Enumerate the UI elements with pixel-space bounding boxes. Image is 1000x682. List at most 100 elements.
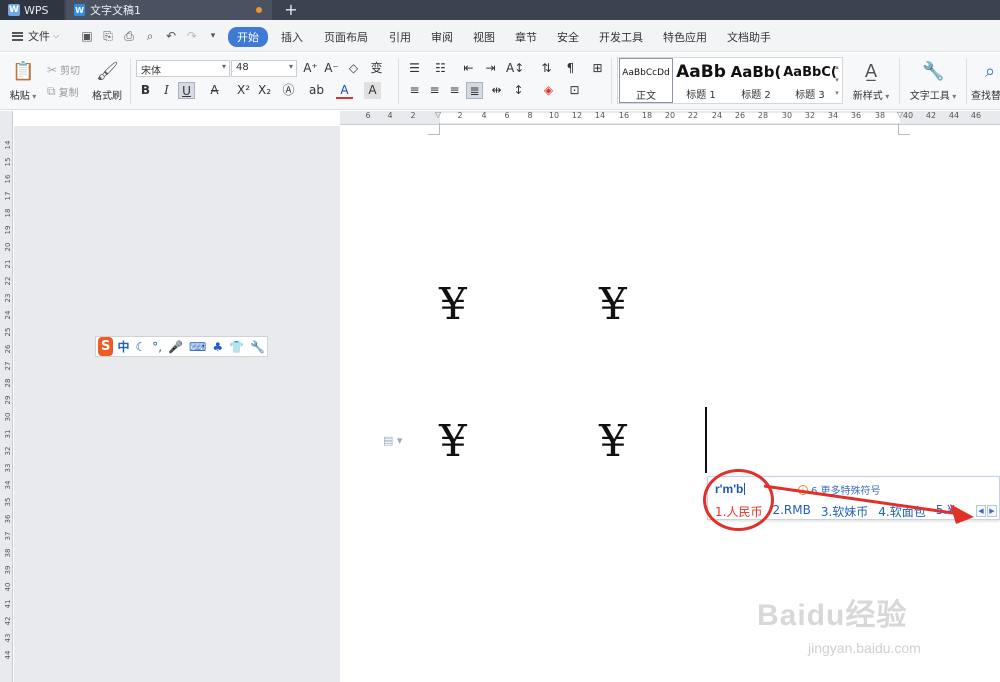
tab-page-layout[interactable]: 页面布局 — [324, 27, 368, 47]
increase-font-size-icon[interactable]: A⁺ — [302, 60, 319, 77]
paragraph-layout-icon[interactable]: ▤ ▾ — [383, 434, 402, 447]
table-border-icon[interactable]: ⊞ — [589, 60, 606, 77]
numbered-list-icon[interactable]: ☷ — [432, 60, 449, 77]
bold-icon[interactable]: B — [137, 82, 154, 99]
vruler-label: 27 — [4, 361, 12, 371]
decrease-indent-icon[interactable]: ⇤ — [460, 60, 477, 77]
paste-label: 粘贴 — [9, 91, 30, 102]
wps-home-tab[interactable]: W WPS — [0, 0, 64, 20]
chevron-down-icon: ▾ — [288, 62, 293, 71]
ruler-label: 4 — [387, 111, 393, 120]
sort-icon[interactable]: ⇅ — [538, 60, 555, 77]
shading-icon[interactable]: ◈ — [540, 82, 557, 99]
underline-icon[interactable]: U — [178, 82, 195, 99]
vruler-label: 31 — [4, 429, 12, 439]
moon-icon[interactable]: ☾ — [133, 340, 148, 354]
text-effect-icon[interactable]: Ⓐ — [280, 82, 297, 99]
align-right-icon[interactable]: ≡ — [446, 82, 463, 99]
vertical-ruler[interactable]: 14 15 16 17 18 19 20 21 22 23 24 25 26 2… — [0, 111, 13, 682]
chinese-layout-icon[interactable]: A↕ — [506, 60, 524, 77]
bullet-list-icon[interactable]: ☰ — [406, 60, 423, 77]
chevron-down-icon: ⌵ — [53, 31, 60, 40]
yen-symbol: ¥ — [599, 279, 627, 330]
skin-icon[interactable]: ♣ — [210, 340, 225, 354]
style-heading-1[interactable]: AaBb 标题 1 — [674, 58, 728, 103]
style-normal[interactable]: AaBbCcDd 正文 — [619, 58, 673, 103]
left-indent-marker-icon[interactable]: ▽ — [435, 110, 441, 119]
vruler-label: 23 — [4, 293, 12, 303]
document-tab[interactable]: W 文字文稿1 — [66, 0, 272, 20]
font-size-select[interactable]: 48 ▾ — [231, 60, 297, 77]
font-name-select[interactable]: 宋体 ▾ — [136, 60, 230, 77]
style-heading-3[interactable]: AaBbC( 标题 3 — [783, 58, 837, 103]
justify-icon[interactable]: ≣ — [466, 82, 483, 99]
find-replace-button[interactable]: ⌕ 查找替 — [971, 61, 1000, 102]
vruler-label: 35 — [4, 497, 12, 507]
ruler-label: 36 — [850, 111, 862, 120]
ime-toolbar[interactable]: S 中 ☾ °, 🎤 ⌨ ♣ 👕 🔧 — [95, 336, 268, 357]
format-painter-button[interactable]: 🖌 格式刷 — [90, 61, 124, 102]
tab-security[interactable]: 安全 — [557, 27, 579, 47]
shirt-icon[interactable]: 👕 — [227, 340, 246, 354]
undo-icon[interactable]: ↶ — [164, 29, 178, 43]
wrench-icon[interactable]: 🔧 — [248, 340, 267, 354]
print-preview-icon[interactable]: ⌕ — [143, 29, 157, 43]
tab-review[interactable]: 审阅 — [431, 27, 453, 47]
tab-references[interactable]: 引用 — [389, 27, 411, 47]
align-left-icon[interactable]: ≡ — [406, 82, 423, 99]
superscript-icon[interactable]: X² — [235, 82, 252, 99]
vruler-label: 28 — [4, 378, 12, 388]
highlight-color-icon[interactable]: ab — [308, 82, 325, 99]
phonetic-guide-icon[interactable]: 变 — [368, 60, 385, 77]
align-center-icon[interactable]: ≡ — [426, 82, 443, 99]
file-menu-button[interactable]: 文件 ⌵ — [12, 28, 59, 44]
tab-developer-tools[interactable]: 开发工具 — [599, 27, 643, 47]
menu-bar: 文件 ⌵ ▣ ⎘ ⎙ ⌕ ↶ ↷ ▾ 开始 插入 页面布局 引用 审阅 视图 章… — [0, 20, 1000, 52]
character-shading-icon[interactable]: A — [364, 82, 381, 99]
tab-section[interactable]: 章节 — [515, 27, 537, 47]
tab-view[interactable]: 视图 — [473, 27, 495, 47]
style-heading-2[interactable]: AaBb( 标题 2 — [729, 58, 783, 103]
styles-scroll-icon[interactable]: ▴ ▾ ▾ — [833, 61, 841, 100]
font-name-value: 宋体 — [141, 66, 161, 77]
tab-document-assistant[interactable]: 文档助手 — [727, 27, 771, 47]
customize-toolbar-icon[interactable]: ▾ — [206, 29, 220, 43]
sogou-logo-icon[interactable]: S — [98, 337, 114, 356]
print-icon[interactable]: ⎙ — [122, 29, 136, 43]
tab-home[interactable]: 开始 — [228, 27, 268, 47]
strikethrough-icon[interactable]: A̶ — [206, 82, 223, 99]
redo-icon[interactable]: ↷ — [185, 29, 199, 43]
new-style-button[interactable]: A̲ 新样式 ▾ — [850, 61, 892, 102]
distributed-align-icon[interactable]: ⇹ — [488, 82, 505, 99]
vruler-label: 29 — [4, 395, 12, 405]
ruler-label: 26 — [734, 111, 746, 120]
ruler-label: 28 — [757, 111, 769, 120]
decrease-font-size-icon[interactable]: A⁻ — [323, 60, 340, 77]
right-indent-marker-icon[interactable]: ▽ — [897, 110, 903, 119]
export-pdf-icon[interactable]: ⎘ — [101, 29, 115, 43]
ime-mode-button[interactable]: 中 — [115, 338, 131, 355]
line-spacing-icon[interactable]: ↕ — [510, 82, 527, 99]
new-tab-button[interactable]: + — [280, 0, 302, 20]
subscript-icon[interactable]: X₂ — [256, 82, 273, 99]
save-icon[interactable]: ▣ — [80, 29, 94, 43]
vruler-label: 32 — [4, 446, 12, 456]
italic-icon[interactable]: I — [158, 82, 175, 99]
copy-button[interactable]: ⧉ 复制 — [47, 84, 79, 99]
increase-indent-icon[interactable]: ⇥ — [482, 60, 499, 77]
text-tools-button[interactable]: 🔧 文字工具 ▾ — [907, 61, 959, 102]
microphone-icon[interactable]: 🎤 — [166, 340, 185, 354]
paste-button[interactable]: 📋 粘贴 ▾ — [8, 61, 38, 102]
vruler-label: 16 — [4, 174, 12, 184]
keyboard-icon[interactable]: ⌨ — [187, 340, 208, 354]
tab-insert[interactable]: 插入 — [281, 27, 303, 47]
font-color-icon[interactable]: A — [336, 82, 353, 99]
tab-special-features[interactable]: 特色应用 — [663, 27, 707, 47]
punctuation-icon[interactable]: °, — [150, 340, 164, 354]
style-name: 标题 2 — [741, 90, 771, 101]
clear-format-icon[interactable]: ◇ — [345, 60, 362, 77]
show-hide-marks-icon[interactable]: ¶ — [562, 60, 579, 77]
cut-button[interactable]: ✂ 剪切 — [47, 62, 80, 78]
ruler-label: 6 — [504, 111, 510, 120]
borders-icon[interactable]: ⊡ — [566, 82, 583, 99]
